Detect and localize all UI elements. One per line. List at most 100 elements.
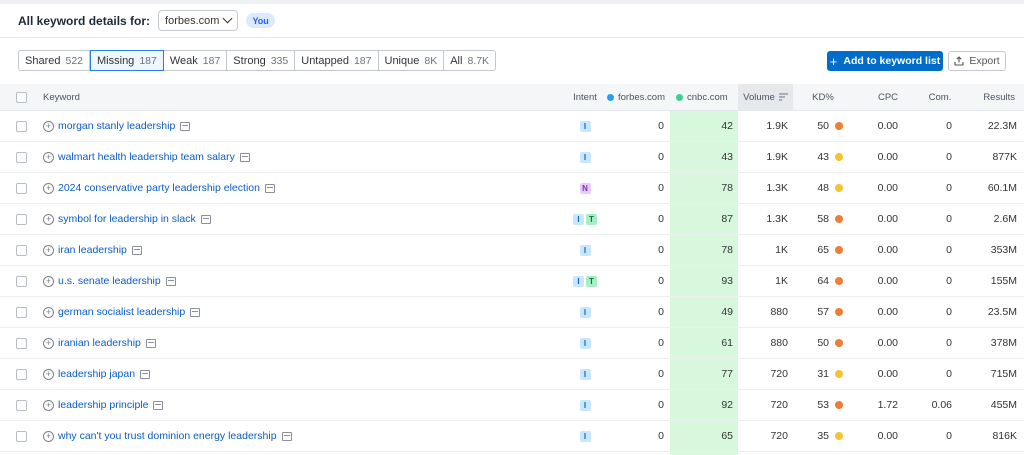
- filter-tab-strong[interactable]: Strong 335: [227, 51, 296, 70]
- col-intent[interactable]: Intent: [560, 84, 610, 110]
- cnbc-position[interactable]: 61: [670, 328, 738, 358]
- add-keyword-icon[interactable]: +: [43, 430, 54, 442]
- results-value: 23.5M: [987, 306, 1017, 318]
- serp-features-icon[interactable]: [281, 431, 292, 441]
- table-row: + iran leadership I 0 78 1K 65 0.00 0 353M: [0, 235, 1024, 266]
- serp-features-icon[interactable]: [145, 338, 156, 348]
- keyword-link[interactable]: leadership principle: [58, 399, 148, 411]
- filter-tab-count: 8K: [424, 54, 438, 67]
- add-keyword-icon[interactable]: +: [43, 337, 54, 349]
- cnbc-position[interactable]: 87: [670, 204, 738, 234]
- serp-features-icon[interactable]: [140, 369, 151, 379]
- add-keyword-icon[interactable]: +: [43, 244, 54, 256]
- serp-features-icon[interactable]: [180, 121, 191, 131]
- filter-tab-unique[interactable]: Unique 8K: [379, 51, 445, 70]
- add-keyword-icon[interactable]: +: [43, 306, 54, 318]
- row-checkbox[interactable]: [16, 430, 27, 442]
- filter-tab-untapped[interactable]: Untapped 187: [295, 51, 379, 70]
- sort-descending-icon: [778, 93, 788, 101]
- cnbc-position[interactable]: 77: [670, 359, 738, 389]
- cnbc-position[interactable]: 78: [670, 173, 738, 203]
- row-checkbox[interactable]: [16, 337, 27, 349]
- keyword-link[interactable]: 2024 conservative party leadership elect…: [58, 182, 260, 194]
- keyword-cell: + iran leadership: [43, 235, 563, 265]
- cnbc-position[interactable]: 43: [670, 142, 738, 172]
- keyword-link[interactable]: why can't you trust dominion energy lead…: [58, 430, 277, 442]
- select-all-checkbox[interactable]: [16, 91, 27, 103]
- serp-features-icon[interactable]: [165, 276, 176, 286]
- row-checkbox[interactable]: [16, 213, 27, 225]
- col-cpc[interactable]: CPC: [868, 84, 908, 110]
- competition-value: 0: [946, 275, 952, 287]
- keyword-link[interactable]: walmart health leadership team salary: [58, 151, 235, 163]
- row-checkbox[interactable]: [16, 275, 27, 287]
- keyword-link[interactable]: morgan stanly leadership: [58, 120, 175, 132]
- cnbc-position[interactable]: 42: [670, 111, 738, 141]
- keyword-link[interactable]: german socialist leadership: [58, 306, 185, 318]
- row-checkbox[interactable]: [16, 399, 27, 411]
- kd-difficulty-dot-icon: [835, 246, 843, 254]
- col-keyword[interactable]: Keyword: [43, 84, 563, 110]
- filter-tab-shared[interactable]: Shared 522: [19, 51, 91, 70]
- col-volume[interactable]: Volume: [738, 84, 793, 110]
- add-keyword-icon[interactable]: +: [43, 275, 54, 287]
- serp-features-icon[interactable]: [153, 400, 164, 410]
- kd-cell: 43: [793, 142, 853, 172]
- results-value: 2.6M: [993, 213, 1017, 225]
- cnbc-position[interactable]: 78: [670, 235, 738, 265]
- keyword-link[interactable]: iranian leadership: [58, 337, 141, 349]
- cnbc-position[interactable]: 93: [670, 266, 738, 296]
- add-keyword-icon[interactable]: +: [43, 213, 54, 225]
- cpc-value: 0.00: [877, 213, 898, 225]
- table-body: + morgan stanly leadership I 0 42 1.9K 50 0.00 0…: [0, 111, 1024, 452]
- add-keyword-icon[interactable]: +: [43, 151, 54, 163]
- filter-tab-weak[interactable]: Weak 187: [164, 51, 228, 70]
- competition-value: 0: [946, 151, 952, 163]
- row-checkbox[interactable]: [16, 182, 27, 194]
- kd-difficulty-dot-icon: [835, 432, 843, 440]
- cnbc-position[interactable]: 49: [670, 297, 738, 327]
- cnbc-position[interactable]: 92: [670, 390, 738, 420]
- serp-features-icon[interactable]: [190, 307, 201, 317]
- keyword-link[interactable]: leadership japan: [58, 368, 135, 380]
- row-checkbox[interactable]: [16, 151, 27, 163]
- add-keyword-icon[interactable]: +: [43, 368, 54, 380]
- row-checkbox[interactable]: [16, 120, 27, 132]
- filter-tab-count: 335: [270, 54, 289, 67]
- row-checkbox[interactable]: [16, 306, 27, 318]
- intent-badge-i: I: [573, 275, 584, 287]
- col-kd[interactable]: KD%: [793, 84, 853, 110]
- forbes-position: 0: [658, 213, 664, 225]
- serp-features-icon[interactable]: [239, 152, 250, 162]
- export-button[interactable]: Export: [948, 51, 1006, 71]
- add-to-keyword-list-button[interactable]: + Add to keyword list: [827, 51, 943, 71]
- row-checkbox[interactable]: [16, 368, 27, 380]
- serp-features-icon[interactable]: [200, 214, 211, 224]
- cnbc-position[interactable]: 65: [670, 421, 738, 451]
- col-cnbc[interactable]: cnbc.com: [676, 84, 738, 110]
- serp-features-icon[interactable]: [264, 183, 275, 193]
- filter-tab-missing[interactable]: Missing 187: [90, 50, 164, 71]
- plus-icon: +: [829, 53, 838, 69]
- add-keyword-icon[interactable]: +: [43, 182, 54, 194]
- col-results[interactable]: Results: [952, 84, 1017, 110]
- col-forbes[interactable]: forbes.com: [607, 84, 670, 110]
- keyword-link[interactable]: symbol for leadership in slack: [58, 213, 196, 225]
- domain-select[interactable]: forbes.com: [158, 10, 239, 31]
- filter-tab-all[interactable]: All 8.7K: [444, 51, 495, 70]
- volume-value: 1.9K: [766, 151, 788, 163]
- kd-cell: 50: [793, 328, 853, 358]
- keyword-cell: +2024 conservative party leadership elec…: [43, 173, 563, 203]
- serp-features-icon[interactable]: [131, 245, 142, 255]
- kd-cell: 53: [793, 390, 853, 420]
- intent-badge-t: T: [586, 275, 597, 287]
- cpc-value: 0.00: [877, 151, 898, 163]
- cpc-value: 0.00: [877, 244, 898, 256]
- row-checkbox[interactable]: [16, 244, 27, 256]
- keyword-link[interactable]: iran leadership: [58, 244, 127, 256]
- keyword-link[interactable]: u.s. senate leadership: [58, 275, 161, 287]
- add-keyword-icon[interactable]: +: [43, 399, 54, 411]
- add-keyword-icon[interactable]: +: [43, 120, 54, 132]
- add-to-keyword-list-label: Add to keyword list: [843, 55, 941, 67]
- kd-cell: 57: [793, 297, 853, 327]
